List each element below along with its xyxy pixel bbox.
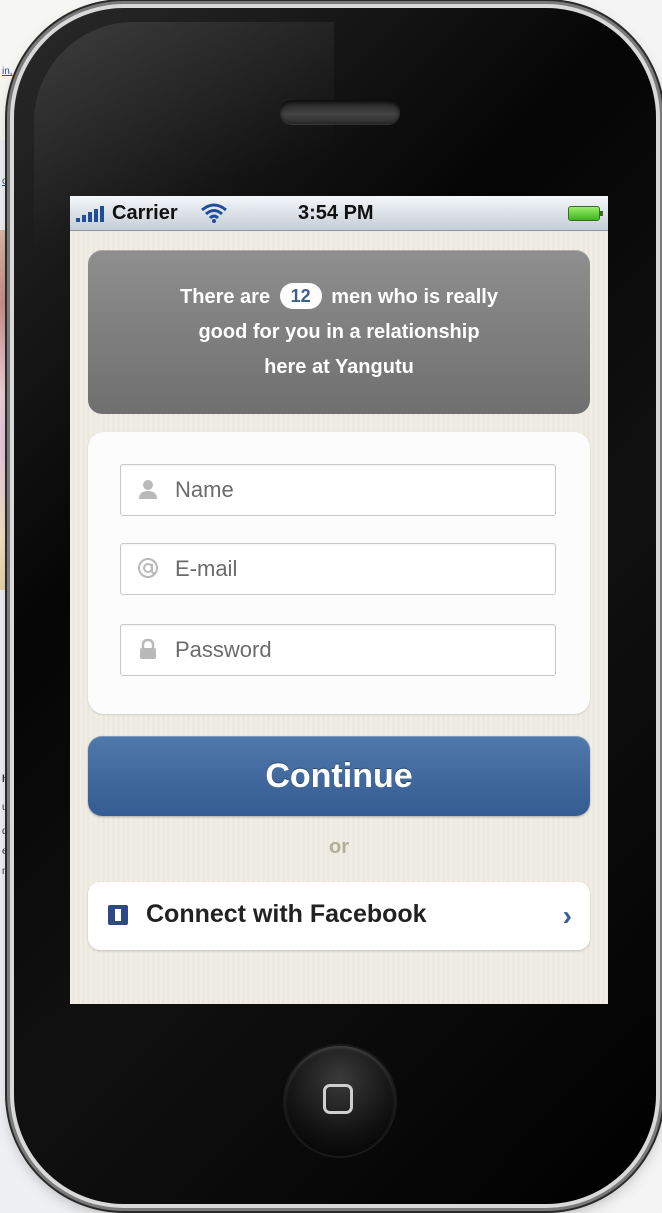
password-field[interactable] (175, 633, 535, 667)
password-field-container (120, 624, 556, 676)
background-text-snippet: h (2, 774, 9, 785)
name-field[interactable] (175, 473, 535, 507)
at-sign-icon (138, 558, 158, 578)
banner-text-after: men who is really (331, 286, 498, 308)
chevron-right-icon: › (562, 900, 572, 931)
home-square-icon (323, 1084, 353, 1114)
status-bar: Carrier 3:54 PM (70, 196, 608, 231)
facebook-icon (108, 905, 128, 925)
lock-icon (140, 638, 156, 659)
home-button[interactable] (285, 1046, 395, 1156)
email-field-container (120, 543, 556, 595)
background-text-snippet: u r (2, 802, 14, 813)
background-text-snippet: ri (6, 152, 12, 163)
earpiece-speaker (280, 100, 400, 124)
background-text-snippet: nd (2, 866, 14, 877)
continue-button[interactable]: Continue (88, 736, 590, 816)
person-icon (139, 480, 157, 499)
match-count-banner: There are 12 men who is really good for … (88, 250, 590, 414)
match-count-badge: 12 (279, 282, 322, 309)
banner-line-3: here at Yangutu (264, 356, 414, 378)
battery-icon (568, 206, 603, 221)
signal-bars-icon (76, 206, 104, 222)
app-screen: Carrier 3:54 PM There are 12 men who is … (70, 196, 608, 1004)
background-text-snippet: es (2, 846, 13, 857)
or-divider-label: or (329, 836, 349, 858)
connect-facebook-button[interactable]: Connect with Facebook › (88, 882, 590, 950)
banner-line-2: good for you in a relationship (198, 321, 480, 343)
email-field[interactable] (175, 552, 535, 586)
banner-text-before: There are (180, 286, 271, 308)
signup-form (88, 432, 590, 714)
banner-line-1: There are 12 men who is really (88, 280, 590, 315)
background-text-snippet: in, (2, 66, 13, 77)
background-text-snippet: qu (2, 826, 14, 837)
carrier-name: Carrier (112, 202, 178, 224)
name-field-container (120, 464, 556, 516)
status-time: 3:54 PM (298, 202, 374, 224)
wifi-icon (201, 203, 227, 223)
facebook-button-label: Connect with Facebook (146, 900, 427, 928)
background-text-snippet: or (2, 176, 11, 187)
